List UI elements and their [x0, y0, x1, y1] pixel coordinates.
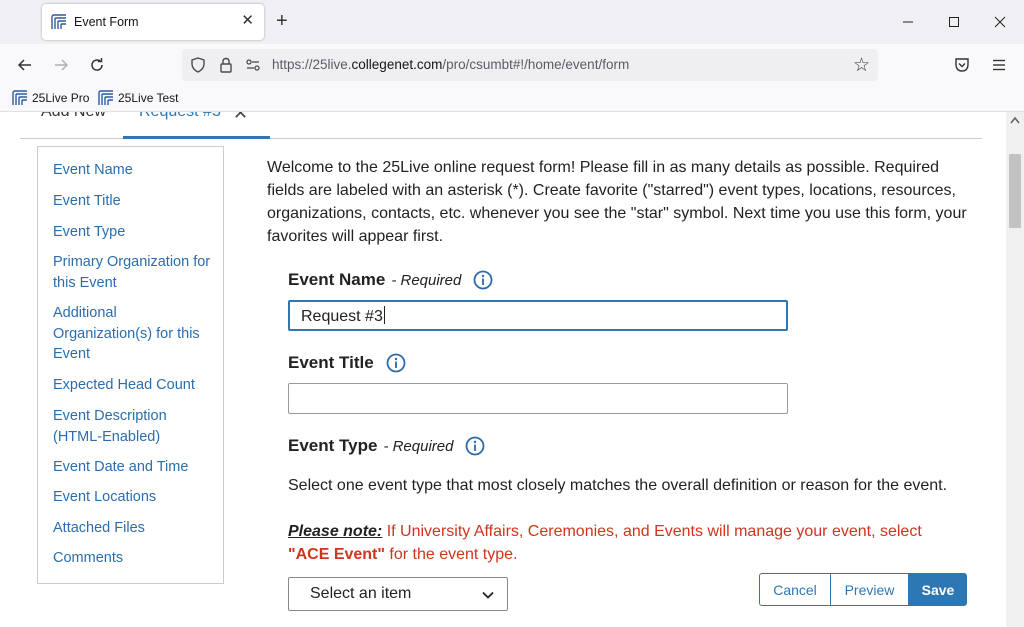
pocket-icon[interactable]	[953, 56, 971, 74]
shield-icon[interactable]	[189, 56, 207, 74]
nav-item-event-description[interactable]: Event Description (HTML-Enabled)	[53, 406, 218, 447]
browser-tab-title: Event Form	[74, 15, 139, 29]
form-section-nav: Event Name Event Title Event Type Primar…	[37, 146, 224, 584]
tab-request-label: Request #3	[139, 112, 221, 121]
note-label: Please note:	[288, 523, 383, 540]
nav-item-event-locations[interactable]: Event Locations	[53, 487, 218, 508]
hamburger-menu-icon[interactable]	[990, 56, 1008, 74]
info-icon[interactable]	[386, 353, 406, 373]
form-actions: Cancel Preview Save	[759, 573, 967, 606]
scrollbar-thumb[interactable]	[1009, 154, 1021, 228]
text-caret	[383, 306, 385, 324]
url-path: /pro/csumbt#!/home/event/form	[442, 57, 630, 72]
browser-tab-strip: Event Form ✕ +	[0, 0, 1024, 44]
25live-logo-icon	[12, 90, 27, 105]
bookmarks-bar: 25Live Pro 25Live Test	[0, 86, 1024, 112]
form-main: Welcome to the 25Live online request for…	[267, 112, 987, 627]
note-ace-event: "ACE Event"	[288, 546, 385, 563]
nav-item-event-title[interactable]: Event Title	[53, 191, 218, 212]
nav-item-attached-files[interactable]: Attached Files	[53, 518, 218, 539]
page-content: Add New Request #3 ✕ Event Name Event Ti…	[0, 112, 1006, 627]
url-text[interactable]: https://25live.collegenet.com/pro/csumbt…	[272, 57, 629, 72]
back-arrow-icon[interactable]	[14, 55, 36, 75]
event-title-label-text: Event Title	[288, 353, 374, 372]
nav-item-event-name[interactable]: Event Name	[53, 160, 218, 181]
bookmark-25live-test[interactable]: 25Live Test	[98, 90, 179, 106]
nav-item-event-date-time[interactable]: Event Date and Time	[53, 457, 218, 478]
event-type-note: Please note: If University Affairs, Cere…	[288, 520, 948, 566]
tab-add-new[interactable]: Add New	[41, 112, 106, 121]
nav-item-additional-organizations[interactable]: Additional Organization(s) for this Even…	[53, 303, 218, 365]
event-type-description: Select one event type that most closely …	[288, 477, 948, 494]
permissions-icon[interactable]	[244, 56, 262, 74]
note-text-2: for the event type.	[384, 546, 518, 563]
maximize-icon[interactable]	[944, 12, 964, 32]
event-type-select-value: Select an item	[310, 585, 412, 602]
url-host: collegenet.com	[351, 57, 443, 72]
preview-button[interactable]: Preview	[831, 573, 909, 606]
browser-navbar: https://25live.collegenet.com/pro/csumbt…	[0, 44, 1024, 86]
new-tab-icon[interactable]: +	[276, 11, 288, 31]
chevron-down-icon	[482, 591, 494, 599]
note-text-1: If University Affairs, Ceremonies, and E…	[382, 523, 922, 540]
event-type-label-text: Event Type	[288, 436, 378, 455]
nav-item-primary-organization[interactable]: Primary Organization for this Event	[53, 252, 218, 293]
close-request-tab-icon[interactable]: ✕	[233, 112, 248, 123]
nav-item-expected-head-count[interactable]: Expected Head Count	[53, 375, 218, 396]
bookmark-label: 25Live Pro	[32, 91, 90, 105]
info-icon[interactable]	[473, 270, 493, 290]
url-prefix: https://25live.	[272, 57, 352, 72]
bookmark-label: 25Live Test	[118, 91, 179, 105]
lock-icon[interactable]	[217, 56, 235, 74]
nav-item-event-type[interactable]: Event Type	[53, 222, 218, 243]
scroll-up-arrow-icon[interactable]	[1010, 116, 1020, 124]
browser-tab[interactable]: Event Form ✕	[42, 4, 264, 40]
address-bar[interactable]: https://25live.collegenet.com/pro/csumbt…	[182, 49, 878, 81]
event-name-value: Request #3	[301, 308, 383, 325]
event-type-label: Event Type - Required	[288, 436, 485, 456]
reload-icon[interactable]	[86, 55, 108, 75]
required-tag: - Required	[383, 437, 454, 455]
event-name-label: Event Name - Required	[288, 270, 493, 290]
minimize-icon[interactable]	[898, 12, 918, 32]
bookmark-25live-pro[interactable]: 25Live Pro	[12, 90, 89, 106]
event-title-input[interactable]	[288, 383, 788, 414]
event-name-input[interactable]: Request #3	[288, 300, 788, 331]
required-tag: - Required	[391, 271, 462, 289]
event-title-label: Event Title	[288, 353, 406, 373]
tab-request[interactable]: Request #3 ✕	[123, 112, 270, 139]
close-tab-icon[interactable]: ✕	[241, 13, 254, 29]
25live-logo-icon	[98, 90, 113, 105]
nav-item-comments[interactable]: Comments	[53, 548, 218, 569]
info-icon[interactable]	[465, 436, 485, 456]
event-type-select[interactable]: Select an item	[288, 577, 508, 611]
bookmark-star-icon[interactable]: ☆	[853, 54, 870, 77]
cancel-button[interactable]: Cancel	[759, 573, 831, 606]
window-close-icon[interactable]	[990, 12, 1010, 32]
forward-arrow-icon[interactable]	[50, 55, 72, 75]
event-name-label-text: Event Name	[288, 270, 386, 289]
25live-logo-icon	[51, 14, 66, 29]
intro-text: Welcome to the 25Live online request for…	[267, 159, 967, 245]
save-button[interactable]: Save	[909, 573, 967, 606]
page-scrollbar[interactable]	[1006, 112, 1024, 627]
